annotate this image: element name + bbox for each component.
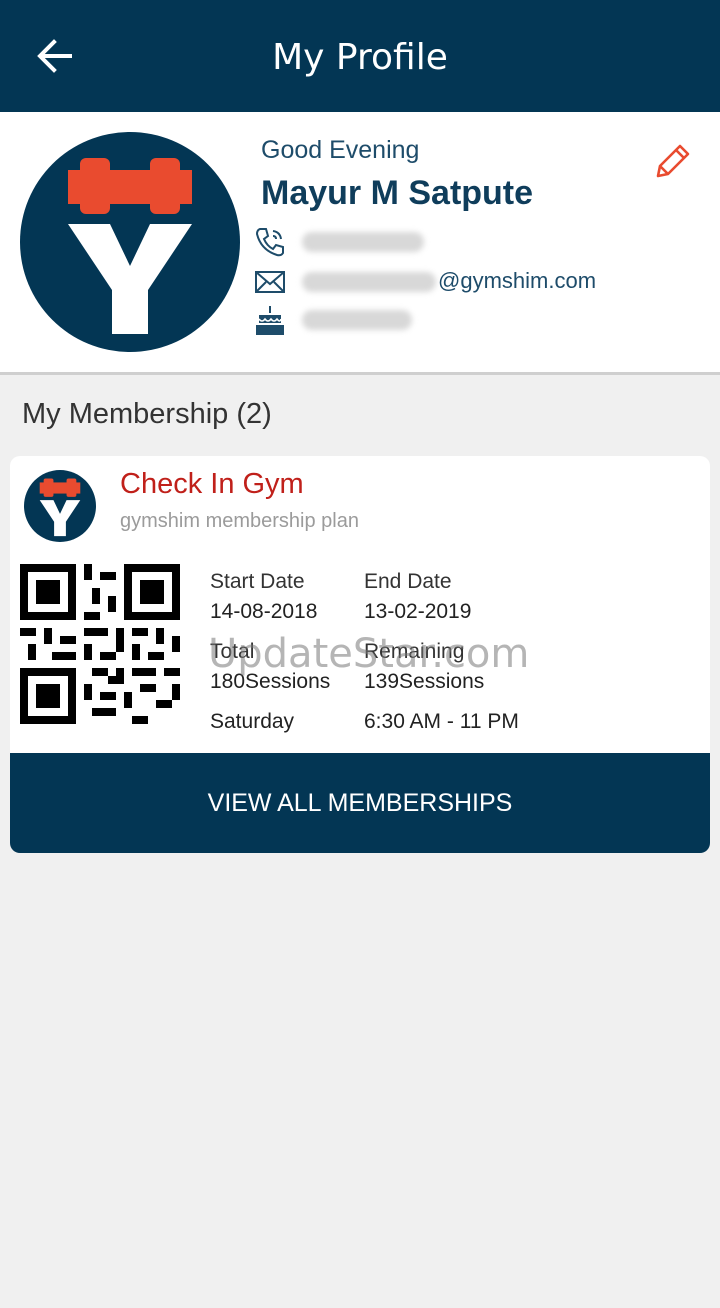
start-date-label: Start Date: [210, 570, 305, 593]
gym-logo-icon: [68, 158, 192, 334]
cake-icon: [256, 306, 284, 335]
email-value-blurred: [302, 272, 436, 292]
schedule-day: Saturday: [210, 710, 295, 733]
gym-name: Check In Gym: [120, 468, 304, 500]
email-domain: @gymshim.com: [438, 268, 597, 293]
end-date-label: End Date: [364, 570, 452, 593]
schedule-time: 6:30 AM - 11 PM: [364, 710, 519, 733]
total-value: 180Sessions: [210, 670, 331, 693]
mail-icon: [255, 271, 285, 293]
pencil-icon: [656, 144, 690, 178]
birthday-value-blurred: [302, 310, 412, 330]
phone-value-blurred: [302, 232, 424, 252]
view-all-memberships-button[interactable]: VIEW ALL MEMBERSHIPS: [10, 753, 710, 853]
edit-profile-button[interactable]: [650, 140, 694, 184]
plan-name: gymshim membership plan: [120, 510, 359, 532]
membership-section-title: My Membership (2): [22, 398, 272, 430]
membership-card[interactable]: Check In Gym gymshim membership plan Sta…: [10, 456, 710, 853]
greeting-text: Good Evening: [261, 136, 420, 164]
total-label: Total: [210, 640, 255, 663]
gym-avatar: [24, 470, 96, 542]
profile-card: Good Evening Mayur M Satpute @gymshim.co…: [0, 112, 720, 375]
phone-icon: [255, 228, 284, 257]
qr-code-icon: [20, 564, 180, 724]
start-date-value: 14-08-2018: [210, 600, 318, 623]
end-date-value: 13-02-2019: [364, 600, 472, 623]
remaining-label: Remaining: [364, 640, 465, 663]
remaining-value: 139Sessions: [364, 670, 485, 693]
app-bar: My Profile: [0, 0, 720, 112]
gym-logo-icon: [39, 478, 81, 537]
user-name: Mayur M Satpute: [261, 174, 534, 212]
page-title: My Profile: [272, 37, 448, 78]
avatar: [20, 132, 240, 352]
